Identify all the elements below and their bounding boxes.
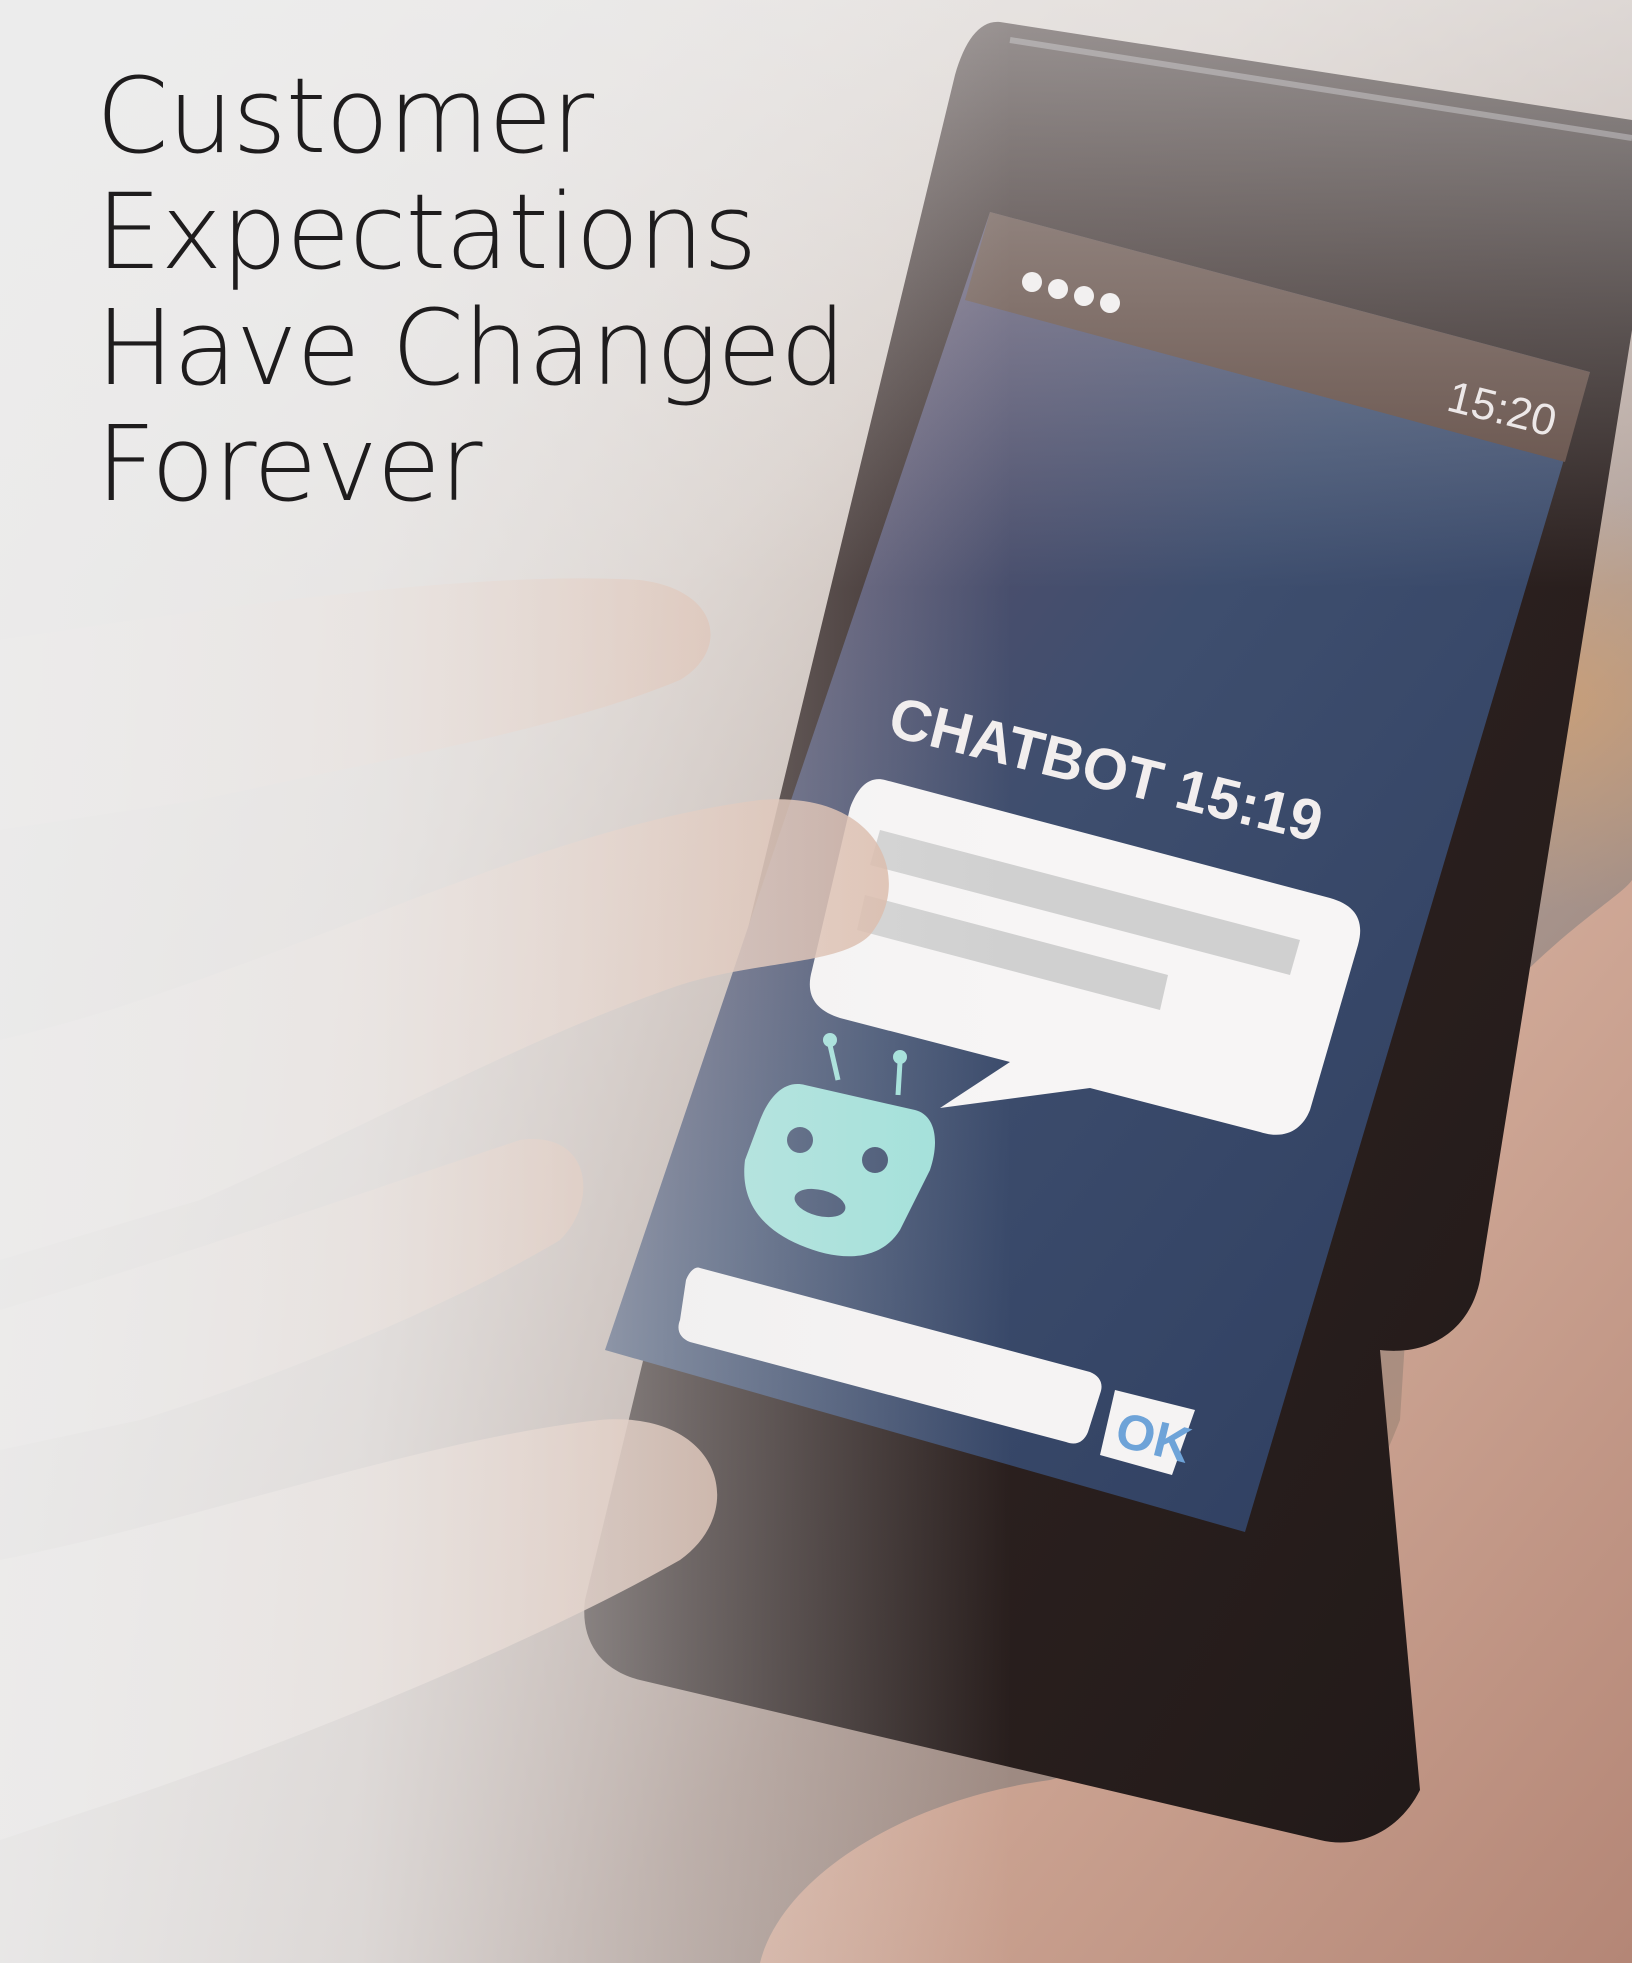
- left-hand-upper-finger: [0, 578, 711, 830]
- headline: Customer Expectations Have Changed Forev…: [96, 58, 916, 522]
- headline-line-2: Expectations: [96, 171, 757, 293]
- headline-line-4: Forever: [96, 403, 483, 525]
- headline-line-3: Have Changed: [96, 287, 846, 409]
- headline-line-1: Customer: [96, 55, 594, 177]
- hero-image: 15:20 CHATBOT 15:19 OK Customer Expectat…: [0, 0, 1632, 1963]
